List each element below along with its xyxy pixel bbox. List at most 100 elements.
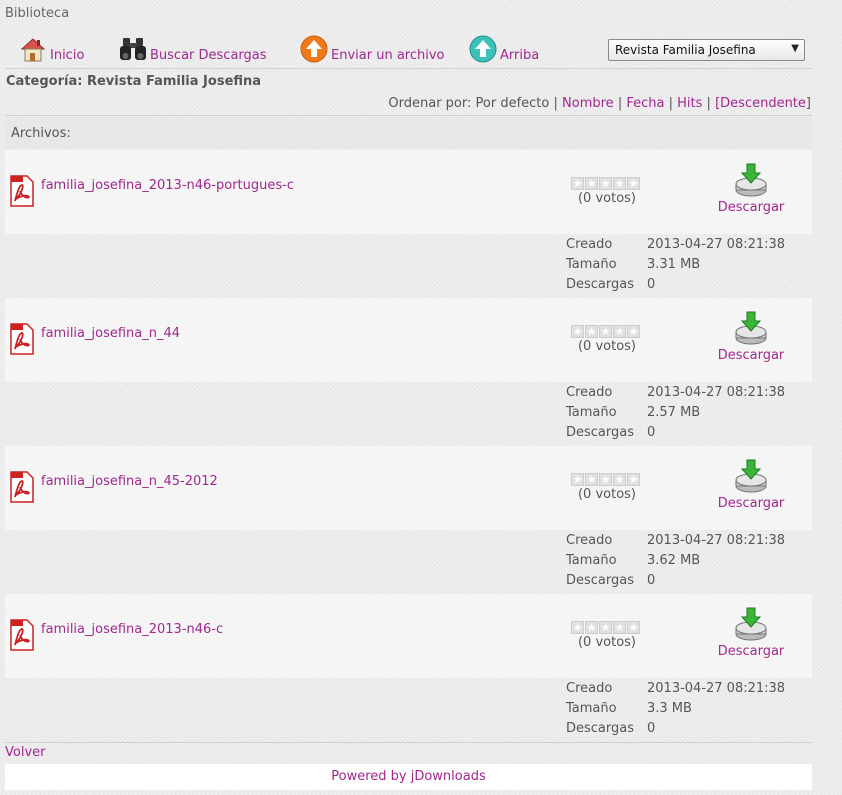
size-label: Tamaño	[566, 553, 617, 568]
star-icon[interactable]: ★	[571, 473, 584, 486]
star-rating[interactable]: ★ ★ ★ ★ ★	[571, 325, 643, 338]
file-row: familia_josefina_2013-n46-portugues-c ★ …	[5, 150, 812, 234]
up-link[interactable]: Arriba	[500, 49, 539, 64]
upload-nav[interactable]: Enviar un archivo	[299, 28, 444, 64]
created-label: Creado	[566, 533, 613, 548]
votes-count: (0 votos)	[577, 487, 637, 502]
star-icon[interactable]: ★	[627, 473, 640, 486]
download-drive-icon	[735, 163, 767, 197]
up-arrow-icon	[469, 35, 497, 63]
star-icon[interactable]: ★	[599, 621, 612, 634]
star-icon[interactable]: ★	[571, 177, 584, 190]
created-label: Creado	[566, 237, 613, 252]
star-icon[interactable]: ★	[599, 325, 612, 338]
rating-widget[interactable]: ★ ★ ★ ★ ★ (0 votos)	[571, 177, 643, 206]
order-by-date[interactable]: Fecha	[626, 96, 664, 111]
download-drive-icon	[735, 311, 767, 345]
votes-count: (0 votos)	[577, 191, 637, 206]
file-name-link[interactable]: familia_josefina_2013-n46-portugues-c	[41, 178, 294, 193]
category-select-value: Revista Familia Josefina	[615, 43, 756, 57]
powered-by-link[interactable]: Powered by jDownloads	[331, 769, 485, 784]
pdf-icon	[10, 175, 34, 207]
file-row: familia_josefina_n_45-2012 ★ ★ ★ ★ ★ (0 …	[5, 446, 812, 530]
file-meta: Creado 2013-04-27 08:21:38 Tamaño 3.62 MB …	[566, 531, 785, 591]
created-value: 2013-04-27 08:21:38	[647, 681, 786, 696]
star-icon[interactable]: ★	[613, 473, 626, 486]
download-drive-icon	[735, 459, 767, 493]
size-value: 3.3 MB	[647, 701, 692, 716]
votes-count: (0 votos)	[577, 339, 637, 354]
home-nav[interactable]: Inicio	[18, 28, 84, 64]
download-button[interactable]: Descargar	[718, 496, 785, 511]
pdf-icon	[10, 619, 34, 651]
pdf-icon	[10, 471, 34, 503]
file-meta: Creado 2013-04-27 08:21:38 Tamaño 3.31 MB …	[566, 235, 785, 295]
downloads-value: 0	[647, 573, 656, 588]
up-nav[interactable]: Arriba	[468, 28, 539, 64]
file-name-link[interactable]: familia_josefina_n_44	[41, 326, 180, 341]
downloads-label: Descargas	[566, 277, 635, 292]
star-icon[interactable]: ★	[585, 473, 598, 486]
files-header: Archivos:	[5, 117, 812, 149]
star-icon[interactable]: ★	[585, 325, 598, 338]
download-button[interactable]: Descargar	[718, 644, 785, 659]
size-label: Tamaño	[566, 257, 617, 272]
order-descending-label: Descendente	[720, 96, 806, 111]
star-icon[interactable]: ★	[627, 177, 640, 190]
star-icon[interactable]: ★	[571, 325, 584, 338]
chevron-down-icon: ▼	[791, 43, 799, 54]
rating-widget[interactable]: ★ ★ ★ ★ ★ (0 votos)	[571, 621, 643, 650]
download-block[interactable]: Descargar	[705, 162, 797, 215]
created-label: Creado	[566, 681, 613, 696]
page-title: Biblioteca	[5, 6, 70, 21]
downloads-label: Descargas	[566, 721, 635, 736]
size-label: Tamaño	[566, 701, 617, 716]
order-by-name[interactable]: Nombre	[562, 96, 614, 111]
binoculars-icon	[120, 38, 146, 60]
star-rating[interactable]: ★ ★ ★ ★ ★	[571, 473, 643, 486]
rating-widget[interactable]: ★ ★ ★ ★ ★ (0 votos)	[571, 325, 643, 354]
star-icon[interactable]: ★	[585, 621, 598, 634]
created-label: Creado	[566, 385, 613, 400]
star-icon[interactable]: ★	[613, 621, 626, 634]
star-icon[interactable]: ★	[599, 177, 612, 190]
order-separator: |	[668, 96, 673, 111]
star-icon[interactable]: ★	[571, 621, 584, 634]
order-descending[interactable]: [Descendente	[715, 96, 806, 111]
download-block[interactable]: Descargar	[705, 458, 797, 511]
upload-file-link[interactable]: Enviar un archivo	[331, 49, 444, 64]
star-rating[interactable]: ★ ★ ★ ★ ★	[571, 177, 643, 190]
star-icon[interactable]: ★	[613, 325, 626, 338]
downloads-value: 0	[647, 277, 656, 292]
search-downloads-link[interactable]: Buscar Descargas	[150, 49, 267, 64]
download-button[interactable]: Descargar	[718, 348, 785, 363]
downloads-value: 0	[647, 425, 656, 440]
file-row: familia_josefina_2013-n46-c ★ ★ ★ ★ ★ (0…	[5, 594, 812, 678]
divider	[5, 115, 812, 116]
home-link[interactable]: Inicio	[50, 49, 84, 64]
download-button[interactable]: Descargar	[718, 200, 785, 215]
rating-widget[interactable]: ★ ★ ★ ★ ★ (0 votos)	[571, 473, 643, 502]
star-icon[interactable]: ★	[599, 473, 612, 486]
star-icon[interactable]: ★	[613, 177, 626, 190]
file-meta: Creado 2013-04-27 08:21:38 Tamaño 3.3 MB D…	[566, 679, 785, 739]
search-nav[interactable]: Buscar Descargas	[118, 28, 267, 64]
download-block[interactable]: Descargar	[705, 310, 797, 363]
file-meta: Creado 2013-04-27 08:21:38 Tamaño 2.57 MB …	[566, 383, 785, 443]
divider	[5, 742, 812, 743]
order-by-hits[interactable]: Hits	[677, 96, 702, 111]
download-block[interactable]: Descargar	[705, 606, 797, 659]
star-rating[interactable]: ★ ★ ★ ★ ★	[571, 621, 643, 634]
file-name-link[interactable]: familia_josefina_2013-n46-c	[41, 622, 223, 637]
back-link[interactable]: Volver	[5, 745, 46, 760]
star-icon[interactable]: ★	[585, 177, 598, 190]
star-icon[interactable]: ★	[627, 325, 640, 338]
category-select[interactable]: Revista Familia Josefina ▼	[608, 39, 805, 61]
order-separator: |	[706, 96, 711, 111]
home-icon	[20, 38, 46, 62]
star-icon[interactable]: ★	[627, 621, 640, 634]
order-separator: |	[617, 96, 623, 111]
footer: Powered by jDownloads	[5, 764, 812, 790]
size-label: Tamaño	[566, 405, 617, 420]
file-name-link[interactable]: familia_josefina_n_45-2012	[41, 474, 218, 489]
